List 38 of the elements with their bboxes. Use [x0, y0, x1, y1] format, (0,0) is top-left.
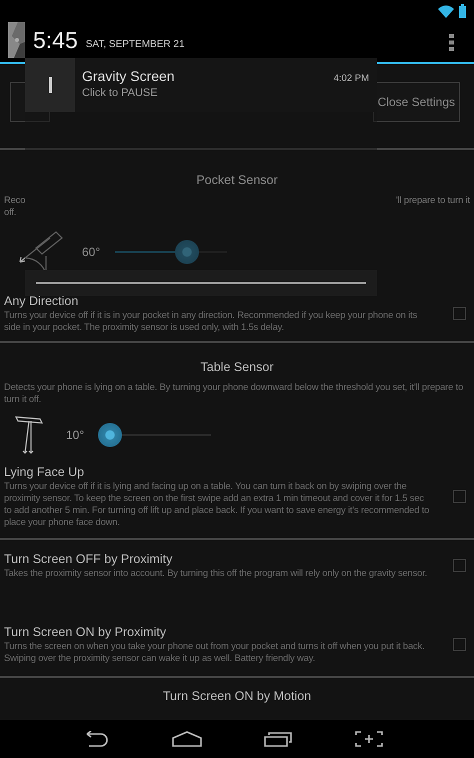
- description-text: Reco: [4, 194, 26, 206]
- app-icon: [48, 77, 52, 93]
- option-title: Turn Screen ON by Proximity: [4, 625, 168, 640]
- description-text: 'll prepare to turn it: [396, 194, 470, 206]
- clock-time: 5:45: [33, 26, 78, 54]
- option-title: Any Direction: [4, 294, 80, 309]
- date-text: SAT, SEPTEMBER 21: [86, 38, 185, 50]
- checkbox[interactable]: [453, 490, 466, 503]
- overflow-menu-icon[interactable]: [449, 34, 454, 50]
- notification-time: 4:02 PM: [334, 73, 369, 84]
- recent-apps-icon[interactable]: [264, 731, 292, 747]
- description-text: Detects your phone is lying on a table. By turning your phone downward below the threshold you set, it'll prepare to turn it off.: [4, 381, 464, 405]
- description-text: off.: [4, 206, 18, 218]
- slider-thumb[interactable]: [98, 423, 122, 447]
- slider-thumb[interactable]: [174, 240, 199, 264]
- angle-value: 60°: [82, 245, 102, 259]
- option-description: Takes the proximity sensor into account. By turning this off the program will rely only on the gravity sensor.: [4, 567, 428, 579]
- section-heading: Table Sensor: [200, 359, 274, 376]
- home-icon[interactable]: [172, 731, 202, 747]
- section-heading: Pocket Sensor: [195, 172, 279, 189]
- angle-value: 10°: [66, 428, 86, 442]
- option-title: Lying Face Up: [4, 465, 86, 480]
- shade-handle[interactable]: [36, 282, 366, 284]
- notification[interactable]: Gravity Screen 4:02 PM Click to PAUSE: [25, 58, 377, 112]
- close-settings-button[interactable]: Close Settings: [372, 82, 460, 122]
- option-description: Turns the screen on when you take your phone out from your pocket and turns it off when you put it back. Swiping over the proximity sensor can wake it up as well. Battery friendly way.: [4, 640, 426, 664]
- checkbox[interactable]: [453, 638, 466, 651]
- option-title: Turn Screen OFF by Proximity: [4, 552, 174, 567]
- checkbox[interactable]: [453, 559, 466, 572]
- wifi-icon: [438, 4, 454, 18]
- notification-text: Click to PAUSE: [82, 87, 159, 99]
- notification-title: Gravity Screen: [82, 68, 175, 84]
- option-description: Turns your device off if it is lying and facing up on a table. You can turn it back on by swiping over the proximity sensor. To keep the screen on the first swipe add an extra 1 min timeout and cover it for 1.5 sec to add another 5 min. For turning off lift up and place back. If you want to save energy it's recommended to place your phone face down.: [4, 480, 430, 528]
- section-heading: Turn Screen ON by Motion: [162, 688, 312, 705]
- option-description: Turns your device off if it is in your pocket in any direction. Recommended if you keep your phone on its side in your pocket. The proximity sensor is used only, with 1.5s delay.: [4, 309, 418, 333]
- battery-icon: [459, 4, 466, 18]
- checkbox[interactable]: [453, 307, 466, 320]
- screenshot-icon[interactable]: [354, 731, 383, 747]
